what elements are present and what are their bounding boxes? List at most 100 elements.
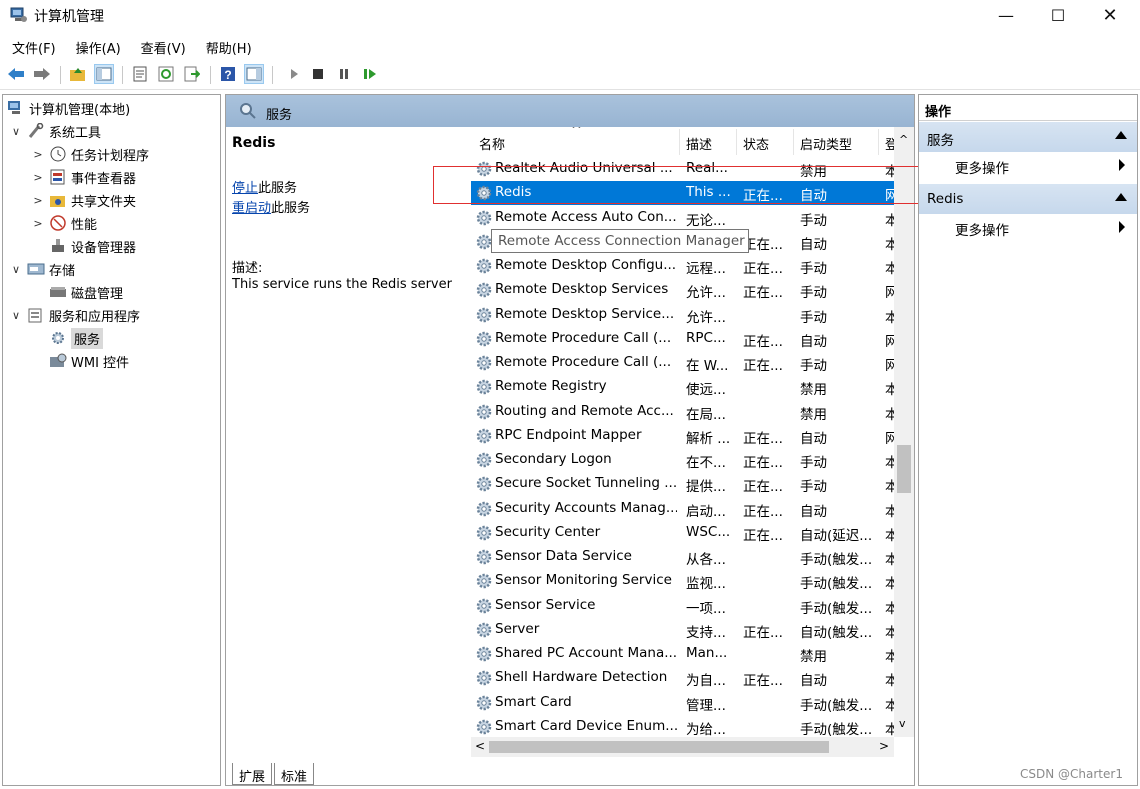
table-row[interactable]: Smart Card Device Enum... 为给... 手动(触发... 本 [471,715,914,737]
service-description: WSC... [686,523,731,540]
tree-item-services[interactable]: 服务 [31,327,104,349]
table-row[interactable]: Remote Procedure Call (... 在 W... 正在... 手动网 [471,351,914,375]
refresh-icon[interactable] [156,64,176,84]
menu-file[interactable]: 文件(F) [0,34,64,58]
table-row[interactable]: Remote Access Auto Con... 无论... 手动本 [471,206,914,230]
scroll-up-arrow-icon[interactable]: ^ [899,133,908,146]
service-startup-type: 自动 [800,430,827,447]
scroll-right-arrow-icon[interactable]: > [879,739,889,753]
scroll-left-arrow-icon[interactable]: < [475,739,485,753]
table-row[interactable]: Secure Socket Tunneling ... 提供... 正在... 手动本 [471,472,914,496]
menu-action[interactable]: 操作(A) [64,34,129,58]
horizontal-scrollbar[interactable]: < > [471,737,894,757]
horizontal-scroll-thumb[interactable] [489,741,829,753]
tree-item-shared-folders[interactable]: > 共享文件夹 [31,189,136,211]
tree-label: WMI 控件 [71,355,130,371]
up-folder-icon[interactable] [68,64,88,84]
service-name: Shared PC Account Mana... [495,645,677,661]
back-icon[interactable] [6,64,26,84]
table-row[interactable]: Shell Hardware Detection 为自... 正在... 自动本 [471,666,914,690]
table-row[interactable]: Routing and Remote Acc... 在局... 禁用本 [471,400,914,424]
actions-section-redis[interactable]: Redis [919,184,1137,214]
restart-service-line: 重启动此服务 [232,197,310,216]
service-status: 正在... [743,455,783,471]
tree-root[interactable]: 计算机管理(本地) [5,97,130,119]
table-row[interactable]: RPC Endpoint Mapper 解析 ... 正在... 自动网 [471,424,914,448]
more-actions-redis[interactable]: 更多操作 [955,219,1009,239]
chevron-down-icon[interactable]: ∨ [9,309,23,322]
column-name[interactable]: 名称 [479,134,505,153]
chevron-right-icon[interactable]: > [31,148,45,161]
service-startup-type: 禁用 [800,382,827,399]
chevron-right-icon[interactable]: > [31,217,45,230]
close-button[interactable]: ✕ [1084,0,1136,30]
stop-service-icon[interactable] [308,64,328,84]
menu-view[interactable]: 查看(V) [129,34,194,58]
table-row[interactable]: Remote Procedure Call (... RPC... 正在... 自动网 [471,327,914,351]
table-row[interactable]: Remote Desktop Configu... 远程... 正在... 手动本 [471,254,914,278]
column-status[interactable]: 状态 [743,134,769,153]
chevron-down-icon[interactable]: ∨ [9,263,23,276]
table-row[interactable]: Sensor Data Service 从各... 手动(触发... 本 [471,545,914,569]
submenu-arrow-icon[interactable] [1119,159,1125,171]
service-startup-type: 自动 [800,673,827,690]
pause-service-icon[interactable] [334,64,354,84]
help-icon[interactable]: ? [218,64,238,84]
submenu-arrow-icon[interactable] [1119,221,1125,233]
table-row[interactable]: Remote Registry 使远... 禁用本 [471,375,914,399]
sort-ascending-icon: ^ [571,127,582,138]
forward-icon[interactable] [32,64,52,84]
chevron-down-icon[interactable]: ∨ [9,125,23,138]
table-row[interactable]: Remote Desktop Service... 允许... 手动本 [471,303,914,327]
tree-item-device-manager[interactable]: 设备管理器 [31,235,136,257]
table-row[interactable]: Secondary Logon 在不... 正在... 手动本 [471,448,914,472]
collapse-up-icon[interactable] [1115,131,1127,139]
properties-icon[interactable] [130,64,150,84]
stop-service-link[interactable]: 停止 [232,181,258,196]
service-description: 无论... [686,212,726,229]
start-service-icon[interactable] [284,64,304,84]
tree-item-system-tools[interactable]: ∨ 系统工具 [9,120,101,142]
tab-standard[interactable]: 标准 [274,763,315,785]
minimize-button[interactable]: — [980,0,1032,30]
vertical-scrollbar[interactable]: ^ v [894,127,914,737]
tab-extended[interactable]: 扩展 [232,763,273,785]
table-row[interactable]: Remote Desktop Services 允许... 正在... 手动网 [471,278,914,302]
show-hide-tree-icon[interactable] [94,64,114,84]
table-row[interactable]: Shared PC Account Mana... Man... 禁用本 [471,642,914,666]
tree-item-task-scheduler[interactable]: > 任务计划程序 [31,143,149,165]
vertical-scroll-thumb[interactable] [897,445,911,493]
services-pane: 服务 Redis 停止此服务 重启动此服务 描述: This service r… [225,94,933,786]
tree-item-wmi-control[interactable]: WMI 控件 [31,350,129,372]
svg-text:?: ? [224,68,231,82]
service-status: 正在... [743,285,783,302]
chevron-right-icon[interactable]: > [31,171,45,184]
table-row[interactable]: Smart Card 管理... 手动(触发... 本 [471,691,914,715]
tree-item-performance[interactable]: > 性能 [31,212,97,234]
table-row[interactable]: Sensor Monitoring Service 监视... 手动(触发... 本 [471,569,914,593]
table-row[interactable]: Sensor Service 一项... 手动(触发... 本 [471,594,914,618]
table-row[interactable]: Security Accounts Manag... 启动... 正在... 自动本 [471,497,914,521]
scroll-down-arrow-icon[interactable]: v [899,717,906,730]
chevron-right-icon[interactable]: > [31,194,45,207]
column-description[interactable]: 描述 [686,134,712,153]
menu-help[interactable]: 帮助(H) [194,34,260,58]
tree-item-services-and-apps[interactable]: ∨ 服务和应用程序 [9,304,140,326]
show-action-pane-icon[interactable] [244,64,264,84]
service-description: RPC... [686,329,726,346]
more-actions-services[interactable]: 更多操作 [955,157,1009,177]
collapse-up-icon[interactable] [1115,193,1127,201]
restart-service-icon[interactable] [360,64,380,84]
maximize-button[interactable]: ☐ [1032,0,1084,30]
tree-item-disk-management[interactable]: 磁盘管理 [31,281,123,303]
column-startup-type[interactable]: 启动类型 [800,134,852,153]
tree-item-storage[interactable]: ∨ 存储 [9,258,75,280]
actions-section-services[interactable]: 服务 [919,122,1137,152]
service-description: 允许... [686,285,726,302]
restart-service-link[interactable]: 重启动 [232,201,271,216]
service-tooltip: Remote Access Connection Manager [491,229,749,253]
table-row[interactable]: Server 支持... 正在... 自动(触发... 本 [471,618,914,642]
table-row[interactable]: Security Center WSC... 正在... 自动(延迟... 本 [471,521,914,545]
tree-item-event-viewer[interactable]: > 事件查看器 [31,166,136,188]
export-icon[interactable] [182,64,202,84]
